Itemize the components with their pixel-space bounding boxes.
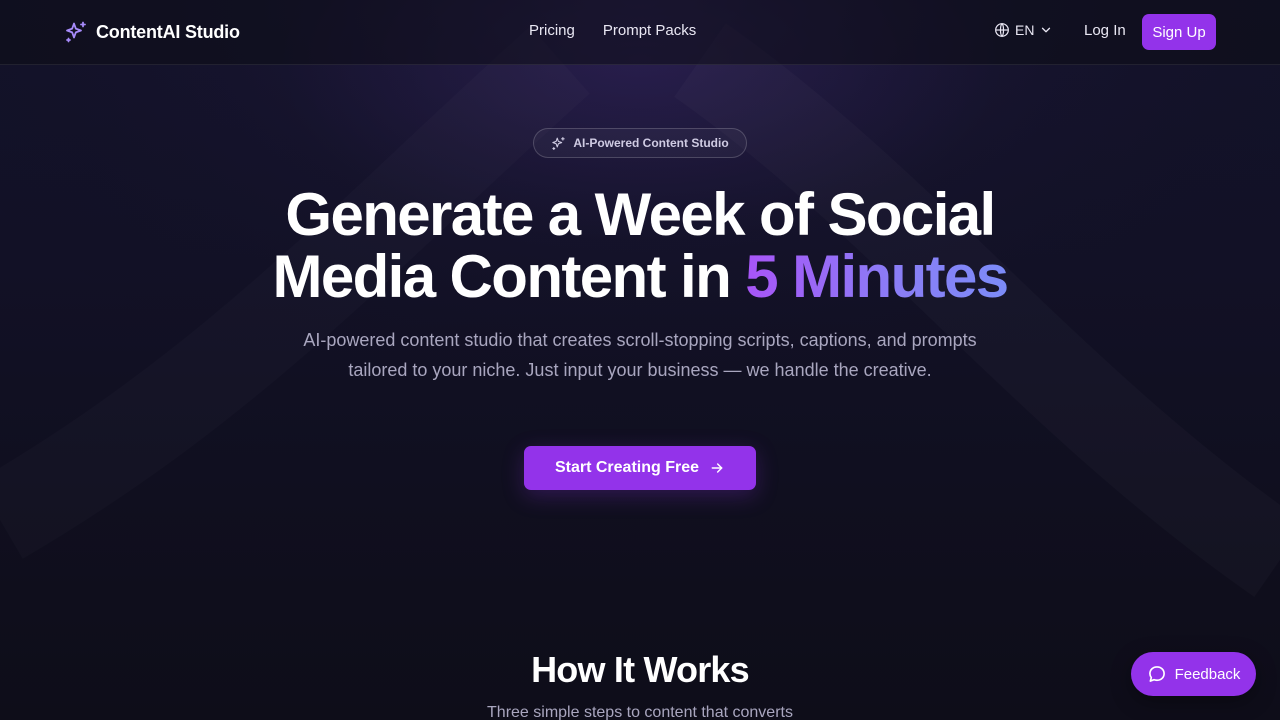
hero-headline-plain: Media Content in [272, 243, 731, 310]
chat-bubble-icon [1148, 666, 1165, 682]
chevron-down-icon [1042, 27, 1051, 33]
hero-headline-line-1: Generate a Week of Social [285, 181, 996, 248]
top-navbar: ContentAI Studio Pricing Prompt Packs EN… [0, 0, 1280, 65]
nav-link-pricing[interactable]: Pricing [529, 22, 575, 39]
feedback-label: Feedback [1174, 665, 1241, 683]
hero-headline-accent: 5 Minutes [745, 243, 1009, 310]
primary-nav: Pricing Prompt Packs [529, 22, 696, 39]
language-code: EN [1015, 22, 1035, 38]
how-it-works-title: How It Works [531, 649, 750, 690]
signup-button[interactable]: Sign Up [1142, 14, 1216, 50]
brand-name: ContentAI Studio [96, 21, 240, 42]
start-creating-label: Start Creating Free [554, 459, 700, 476]
start-creating-button[interactable]: Start Creating Free [524, 446, 756, 490]
brand-logo-link[interactable]: ContentAI Studio [64, 20, 240, 44]
sparkles-icon [552, 136, 566, 150]
language-selector[interactable]: EN [994, 22, 1053, 38]
login-link[interactable]: Log In [1084, 22, 1126, 39]
landing-page: ContentAI Studio Pricing Prompt Packs EN… [0, 0, 1280, 720]
feedback-button[interactable]: Feedback [1131, 652, 1256, 696]
hero-badge: AI-Powered Content Studio [533, 128, 747, 158]
hero-subtitle: AI-powered content studio that creates s… [303, 330, 977, 380]
hero-headline-line-2: Media Content in 5 Minutes [0, 246, 1280, 308]
hero-badge-label: AI-Powered Content Studio [573, 136, 729, 150]
nav-link-prompt-packs[interactable]: Prompt Packs [603, 22, 696, 39]
how-it-works-subtitle: Three simple steps to content that conve… [487, 704, 793, 720]
arrow-right-icon [711, 463, 723, 473]
sparkles-icon [66, 21, 86, 43]
hero-headline: Generate a Week of Social Media Content … [0, 184, 1280, 308]
globe-icon [995, 22, 1009, 38]
